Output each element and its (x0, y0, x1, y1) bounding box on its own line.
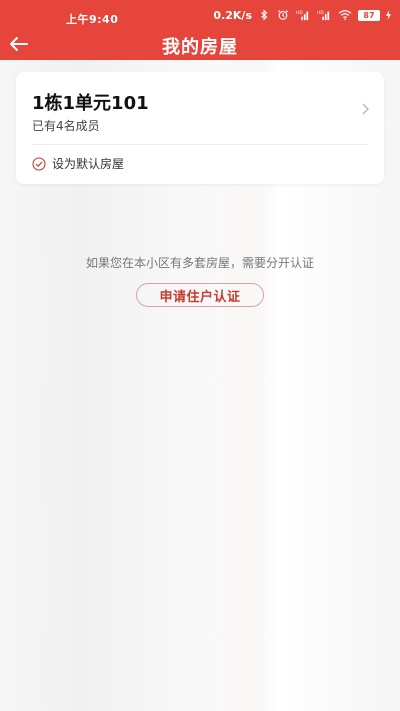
svg-text:HD: HD (296, 10, 303, 16)
set-default-label: 设为默认房屋 (52, 157, 125, 171)
signal-hd-icon: HD (296, 10, 309, 21)
network-speed: 0.2K/s (213, 8, 252, 22)
svg-text:HD: HD (317, 10, 324, 16)
wifi-icon (338, 10, 352, 21)
multiple-house-hint: 如果您在本小区有多套房屋，需要分开认证 (85, 256, 314, 270)
house-card[interactable]: 1栋1单元101 已有4名成员 设为默认房屋 (16, 72, 384, 184)
alarm-icon (277, 10, 289, 20)
battery-icon: 87 (358, 9, 380, 21)
chevron-right-icon[interactable] (360, 102, 370, 116)
app-bar: 我的房屋 (0, 30, 400, 60)
battery-level: 87 (363, 10, 375, 20)
header: 上午9:40 0.2K/s HD HD 87 我的房屋 (0, 0, 400, 60)
status-time: 上午9:40 (66, 13, 119, 26)
set-default-option[interactable]: 设为默认房屋 (32, 155, 124, 172)
page-title: 我的房屋 (162, 37, 238, 58)
member-count: 已有4名成员 (32, 119, 100, 133)
charging-icon (385, 9, 392, 21)
divider (32, 144, 368, 145)
house-name: 1栋1单元101 (32, 93, 149, 114)
apply-resident-certification-button[interactable]: 申请住户认证 (136, 283, 264, 307)
status-right-group: 0.2K/s HD HD 87 (213, 8, 392, 22)
bluetooth-icon (261, 9, 268, 21)
screen: 上午9:40 0.2K/s HD HD 87 我的房屋 1栋1单元101 已有4… (0, 0, 400, 711)
check-circle-icon[interactable] (32, 156, 46, 171)
status-bar: 上午9:40 0.2K/s HD HD 87 (0, 0, 400, 30)
signal-hd-icon: HD (317, 10, 330, 21)
